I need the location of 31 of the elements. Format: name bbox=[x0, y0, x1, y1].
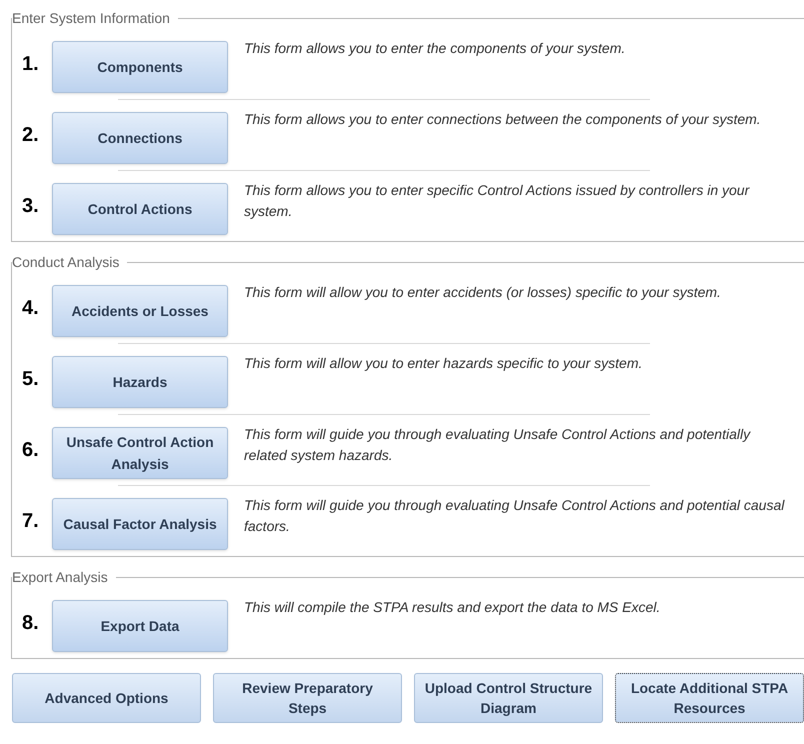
step-number: 3. bbox=[21, 194, 40, 218]
form-button[interactable]: Accidents or Losses bbox=[52, 284, 228, 336]
footer-button[interactable]: Advanced Options bbox=[12, 673, 201, 723]
section-title: Enter System Information bbox=[12, 9, 171, 28]
form-description: This form will guide you through evaluating Unsafe Control Actions and potentially related system hazards. bbox=[244, 425, 752, 465]
footer-button[interactable]: Review Preparatory Steps bbox=[213, 673, 402, 723]
form-description: This form will allow you to enter accidents (or losses) specific to your system. bbox=[244, 283, 722, 302]
form-description: This form allows you to enter connections between the components of your system. bbox=[244, 110, 762, 129]
step-number: 8. bbox=[21, 610, 40, 636]
form-description: This form will guide you through evaluating Unsafe Control Actions and potential causal factors. bbox=[244, 496, 786, 536]
form-button[interactable]: Connections bbox=[52, 112, 228, 164]
form-description: This form allows you to enter specific Control Actions issued by controllers in your system. bbox=[244, 181, 751, 221]
form-button[interactable]: Unsafe Control Action Analysis bbox=[52, 426, 228, 478]
footer-button[interactable]: Locate Additional STPA Resources bbox=[615, 673, 804, 723]
step-number: 7. bbox=[21, 508, 40, 534]
step-number: 2. bbox=[21, 122, 40, 148]
step-number: 4. bbox=[21, 296, 40, 320]
form-button[interactable]: Components bbox=[52, 40, 228, 92]
step-number: 5. bbox=[21, 366, 40, 392]
form-description: This form allows you to enter the components of your system. bbox=[244, 39, 626, 58]
form-description: This will compile the STPA results and export the data to MS Excel. bbox=[244, 598, 662, 617]
step-number: 6. bbox=[21, 438, 40, 462]
form-description: This form will allow you to enter hazards specific to your system. bbox=[244, 354, 644, 373]
form-button[interactable]: Causal Factor Analysis bbox=[52, 498, 228, 550]
form-button[interactable]: Control Actions bbox=[52, 182, 228, 234]
section-title: Export Analysis bbox=[12, 568, 109, 587]
step-number: 1. bbox=[21, 52, 40, 76]
form-button[interactable]: Hazards bbox=[52, 356, 228, 408]
section-title: Conduct Analysis bbox=[12, 253, 120, 272]
form-button[interactable]: Export Data bbox=[52, 600, 228, 652]
footer-button[interactable]: Upload Control Structure Diagram bbox=[414, 673, 603, 723]
